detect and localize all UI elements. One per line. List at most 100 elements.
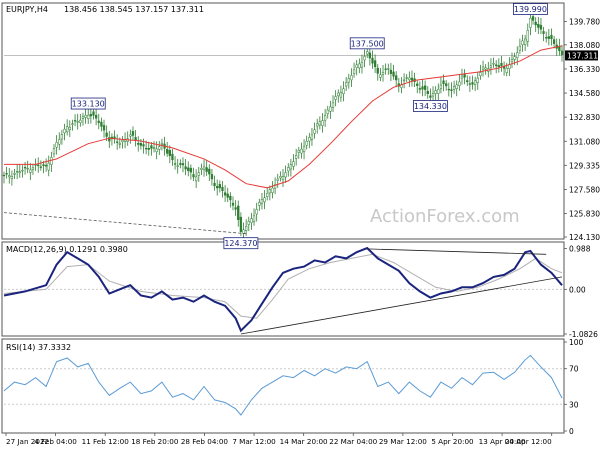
candle-body — [239, 216, 243, 232]
candle-body — [276, 178, 279, 181]
rsi-y-tick-label: 0 — [569, 427, 574, 436]
price-y-tick-label: 139.780 — [569, 17, 600, 26]
x-tick-label: 29 Mar 12:00 — [379, 437, 427, 446]
candle-body — [18, 171, 21, 174]
candle-body — [223, 192, 227, 196]
candle-body — [66, 126, 69, 133]
candle-body — [84, 114, 87, 118]
candle-body — [495, 64, 498, 67]
candle-body — [542, 31, 545, 34]
candle-body — [55, 142, 58, 148]
candle-body — [326, 109, 329, 114]
candle-body — [431, 92, 435, 97]
candle-body — [371, 57, 374, 64]
candle-body — [166, 149, 169, 154]
candle-body — [321, 120, 324, 126]
price-y-tick-label: 134.580 — [569, 89, 600, 98]
candle-body — [384, 68, 387, 70]
candle-body — [447, 88, 450, 91]
candle-body — [373, 60, 377, 68]
candle-body — [339, 92, 343, 98]
candle-body — [473, 80, 477, 85]
candle-body — [329, 106, 332, 112]
candle-body — [529, 17, 532, 28]
candle-body — [205, 167, 208, 172]
candle-body — [200, 167, 203, 170]
candle-body — [289, 164, 293, 170]
candle-body — [355, 64, 358, 68]
candle-body — [476, 77, 479, 83]
x-tick-label: 20 Apr 12:00 — [505, 437, 552, 446]
candle-body — [210, 174, 214, 180]
candle-body — [534, 21, 537, 26]
candle-body — [144, 147, 148, 150]
candle-body — [271, 187, 274, 193]
candle-body — [194, 176, 198, 182]
candle-body — [94, 114, 98, 119]
candle-body — [168, 150, 171, 156]
candle-body — [408, 77, 411, 81]
candle-body — [245, 226, 248, 231]
candle-body — [255, 209, 258, 215]
x-tick-label: 18 Feb 20:00 — [131, 437, 179, 446]
candle-body — [252, 215, 256, 223]
candle-body — [466, 80, 469, 83]
candle-body — [260, 199, 264, 204]
candle-body — [481, 66, 485, 70]
candle-body — [47, 162, 50, 171]
candle-body — [295, 155, 298, 159]
candle-body — [229, 195, 232, 201]
candle-body — [137, 142, 140, 145]
candle-body — [345, 82, 348, 87]
candle-body — [81, 116, 85, 119]
rsi-title: RSI(14) 37.3332 — [6, 343, 71, 352]
candle-body — [310, 134, 314, 140]
symbol-label: EURJPY,H4 — [6, 5, 48, 14]
candle-body — [192, 174, 195, 178]
candle-body — [158, 146, 161, 150]
candle-body — [416, 83, 419, 86]
candle-body — [305, 141, 308, 146]
price-annotation-label: 137.500 — [351, 39, 384, 48]
candle-body — [129, 134, 132, 137]
candle-body — [445, 83, 448, 87]
candle-body — [13, 173, 16, 175]
candle-body — [10, 176, 14, 180]
candle-body — [89, 114, 93, 117]
candle-body — [497, 65, 500, 68]
candle-body — [268, 189, 271, 194]
candle-body — [258, 202, 261, 206]
price-annotation-label: 124.370 — [224, 239, 257, 248]
candle-body — [263, 197, 266, 203]
candle-body — [287, 167, 290, 172]
candle-body — [150, 145, 153, 149]
candle-body — [2, 174, 6, 177]
candle-body — [142, 144, 145, 147]
candle-body — [410, 77, 414, 81]
macd-y-tick-label: 0.00 — [569, 285, 586, 294]
candle-body — [189, 167, 193, 173]
rsi-y-tick-label: 100 — [569, 338, 584, 347]
rsi-y-tick-label: 30 — [569, 400, 579, 409]
candle-body — [221, 186, 224, 192]
candle-body — [297, 150, 300, 153]
candle-body — [8, 175, 11, 178]
candle-body — [71, 123, 74, 125]
candle-body — [405, 77, 408, 79]
candle-body — [308, 137, 311, 142]
candle-body — [131, 131, 135, 136]
candle-body — [392, 71, 395, 77]
candle-body — [526, 30, 529, 42]
candle-body — [76, 121, 79, 123]
candle-body — [160, 142, 164, 145]
candle-body — [39, 166, 42, 168]
candle-body — [37, 164, 40, 166]
candle-body — [516, 52, 519, 59]
candle-body — [347, 78, 350, 83]
chart-svg: ActionForex.com 133.130 124.370 137.500 134… — [0, 0, 600, 450]
candle-body — [318, 121, 321, 126]
candle-body — [5, 173, 8, 175]
candle-body — [226, 193, 229, 198]
candle-body — [513, 56, 516, 60]
x-tick-label: 7 Mar 12:00 — [232, 437, 276, 446]
